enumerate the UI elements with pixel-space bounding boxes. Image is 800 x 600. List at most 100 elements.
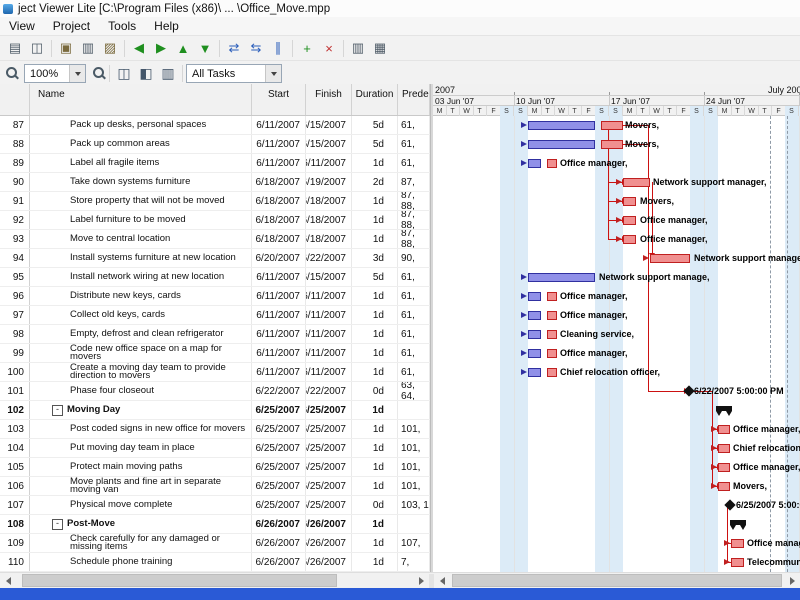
insert-task-icon[interactable]: + (296, 38, 318, 58)
task-name-cell[interactable]: Create a moving day team to provide dire… (30, 363, 252, 381)
zoom-icon[interactable] (6, 67, 19, 80)
print-preview-icon[interactable]: ◫ (26, 38, 48, 58)
critical-task-bar[interactable] (718, 463, 730, 472)
task-name-cell[interactable]: Move to central location (30, 230, 252, 248)
table-row[interactable]: 91Store property that will not be moved6… (0, 192, 430, 211)
indent-icon[interactable]: ▶ (150, 38, 172, 58)
critical-task-bar[interactable] (650, 254, 690, 263)
critical-task-bar[interactable] (718, 425, 730, 434)
table-row[interactable]: 94Install systems furniture at new locat… (0, 249, 430, 268)
critical-task-bar[interactable] (547, 292, 557, 301)
task-name-cell[interactable]: Store property that will not be moved (30, 192, 252, 210)
column-header-dur[interactable]: Duration (352, 84, 398, 115)
task-name-cell[interactable]: Pack up common areas (30, 135, 252, 153)
critical-task-bar[interactable] (731, 539, 744, 548)
column-header-finish[interactable]: Finish (306, 84, 352, 115)
filter-combobox[interactable]: All Tasks (186, 64, 282, 83)
table-row[interactable]: 98Empty, defrost and clean refrigerator6… (0, 325, 430, 344)
task-name-cell[interactable]: Label furniture to be moved (30, 211, 252, 229)
table-row[interactable]: 101Phase four closeout6/22/20076/22/2007… (0, 382, 430, 401)
move-down-icon[interactable]: ▼ (194, 38, 216, 58)
task-name-cell[interactable]: Install network wiring at new location (30, 268, 252, 286)
task-name-cell[interactable]: Code new office space on a map for mover… (30, 344, 252, 362)
critical-task-bar[interactable] (547, 368, 557, 377)
critical-task-bar[interactable] (623, 197, 636, 206)
table-row[interactable]: 90Take down systems furniture6/18/20076/… (0, 173, 430, 192)
column-settings-icon[interactable]: ▥ (347, 38, 369, 58)
task-bar[interactable] (528, 349, 541, 358)
critical-task-bar[interactable] (731, 558, 744, 567)
table-row[interactable]: 100Create a moving day team to provide d… (0, 363, 430, 382)
table-row[interactable]: 92Label furniture to be moved6/18/20076/… (0, 211, 430, 230)
column-header-start[interactable]: Start (252, 84, 306, 115)
left-pane-icon[interactable]: ◧ (135, 64, 157, 84)
collapse-icon[interactable]: - (52, 405, 63, 416)
table-row[interactable]: 110Schedule phone training6/26/20076/26/… (0, 553, 430, 572)
chart-scrollbar-thumb[interactable] (452, 574, 782, 587)
task-name-cell[interactable]: Label all fragile items (30, 154, 252, 172)
critical-task-bar[interactable] (547, 159, 557, 168)
outdent-icon[interactable]: ◀ (128, 38, 150, 58)
table-row[interactable]: 105Protect main moving paths6/25/20076/2… (0, 458, 430, 477)
task-name-cell[interactable]: Phase four closeout (30, 382, 252, 400)
task-bar[interactable] (528, 311, 541, 320)
task-bar[interactable] (528, 140, 595, 149)
critical-task-bar[interactable] (623, 216, 636, 225)
task-information-icon[interactable]: ▥ (77, 38, 99, 58)
task-name-cell[interactable]: Install systems furniture at new locatio… (30, 249, 252, 267)
task-name-cell[interactable]: -Post-Move (30, 515, 252, 533)
table-row[interactable]: 109Check carefully for any damaged or mi… (0, 534, 430, 553)
table-row[interactable]: 93Move to central location6/18/20076/18/… (0, 230, 430, 249)
task-bar[interactable] (528, 330, 541, 339)
table-row[interactable]: 103Post coded signs in new office for mo… (0, 420, 430, 439)
menu-item-tools[interactable]: Tools (99, 18, 145, 34)
table-scrollbar-thumb[interactable] (22, 574, 337, 587)
delete-task-icon[interactable]: × (318, 38, 340, 58)
menu-item-view[interactable]: View (0, 18, 44, 34)
critical-task-bar[interactable] (623, 235, 636, 244)
copy-picture-icon[interactable]: ▣ (55, 38, 77, 58)
link-tasks-icon[interactable]: ⇄ (223, 38, 245, 58)
task-bar[interactable] (528, 159, 541, 168)
menu-item-project[interactable]: Project (44, 18, 99, 34)
collapse-icon[interactable]: - (52, 519, 63, 530)
critical-task-bar[interactable] (601, 140, 623, 149)
table-row[interactable]: 108-Post-Move6/26/20076/26/20071d (0, 515, 430, 534)
task-name-cell[interactable]: Physical move complete (30, 496, 252, 514)
single-pane-icon[interactable]: ◫ (113, 64, 135, 84)
table-row[interactable]: 87Pack up desks, personal spaces6/11/200… (0, 116, 430, 135)
critical-task-bar[interactable] (547, 330, 557, 339)
split-task-icon[interactable]: ∥ (267, 38, 289, 58)
critical-task-bar[interactable] (623, 178, 650, 187)
table-row[interactable]: 96Distribute new keys, cards6/11/20076/1… (0, 287, 430, 306)
table-row[interactable]: 95Install network wiring at new location… (0, 268, 430, 287)
chart-scroll-right-button[interactable] (784, 574, 800, 588)
table-row[interactable]: 88Pack up common areas6/11/20076/15/2007… (0, 135, 430, 154)
task-name-cell[interactable]: Move plants and fine art in separate mov… (30, 477, 252, 495)
table-row[interactable]: 89Label all fragile items6/11/20076/11/2… (0, 154, 430, 173)
column-header-id[interactable] (0, 84, 30, 115)
task-name-cell[interactable]: Take down systems furniture (30, 173, 252, 191)
print-icon[interactable]: ▤ (4, 38, 26, 58)
task-name-cell[interactable]: Schedule phone training (30, 553, 252, 571)
task-bar[interactable] (528, 368, 541, 377)
table-row[interactable]: 104Put moving day team in place6/25/2007… (0, 439, 430, 458)
critical-task-bar[interactable] (601, 121, 623, 130)
task-name-cell[interactable]: -Moving Day (30, 401, 252, 419)
table-row[interactable]: 102-Moving Day6/25/20076/25/20071d (0, 401, 430, 420)
task-name-cell[interactable]: Post coded signs in new office for mover… (30, 420, 252, 438)
task-bar[interactable] (528, 292, 541, 301)
table-scroll-right-button[interactable] (413, 574, 429, 588)
timescale-icon[interactable]: ▦ (369, 38, 391, 58)
critical-task-bar[interactable] (547, 349, 557, 358)
menu-item-help[interactable]: Help (145, 18, 188, 34)
critical-task-bar[interactable] (718, 482, 730, 491)
table-row[interactable]: 106Move plants and fine art in separate … (0, 477, 430, 496)
zoom-combobox[interactable]: 100% (24, 64, 86, 83)
task-name-cell[interactable]: Collect old keys, cards (30, 306, 252, 324)
critical-task-bar[interactable] (547, 311, 557, 320)
task-bar[interactable] (528, 121, 595, 130)
table-row[interactable]: 107Physical move complete6/25/20076/25/2… (0, 496, 430, 515)
unlink-tasks-icon[interactable]: ⇆ (245, 38, 267, 58)
filter-dropdown-button[interactable] (265, 65, 281, 82)
